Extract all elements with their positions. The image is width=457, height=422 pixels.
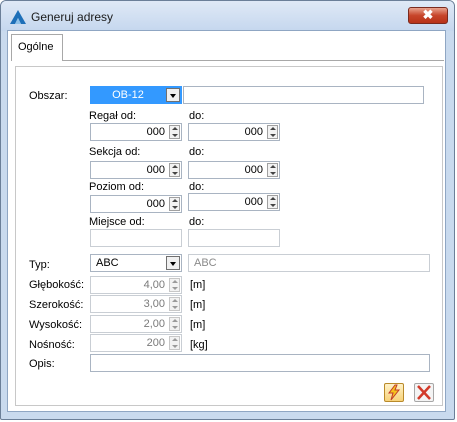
sekcja-to-label: do: [189,146,205,158]
app-logo-icon [10,10,26,24]
close-icon: ✖ [422,7,434,22]
spinner-icon[interactable] [169,125,180,139]
spinner-icon [169,297,180,311]
glebokosc-label: Głębokość: [29,279,85,291]
spinner-icon [169,278,180,292]
regal-from-input[interactable]: 000 [90,123,182,141]
typ-description-field: ABC [188,254,430,272]
spinner-icon[interactable] [267,163,278,177]
spinner-icon[interactable] [267,195,278,209]
window-close-button[interactable]: ✖ [408,7,448,24]
opis-field[interactable] [90,354,430,372]
typ-select[interactable]: ABC [90,254,182,272]
cancel-button[interactable] [414,383,434,402]
sekcja-to-input[interactable]: 000 [188,161,280,179]
szerokosc-unit: [m] [190,299,206,311]
nosnosc-label: Nośność: [29,339,75,351]
tab-divider [63,60,444,61]
poziom-to-input[interactable]: 000 [188,193,280,211]
sekcja-from-input[interactable]: 000 [90,161,182,179]
miejsce-to-input [188,229,280,247]
glebokosc-input: 4,00 [90,276,182,294]
szerokosc-label: Szerokość: [29,299,84,311]
poziom-to-label: do: [189,181,205,193]
regal-to-input[interactable]: 000 [188,123,280,141]
close-x-icon [417,385,431,400]
regal-to-label: do: [189,110,205,122]
wysokosc-label: Wysokość: [29,319,83,331]
szerokosc-input: 3,00 [90,295,182,313]
wysokosc-unit: [m] [190,319,206,331]
spinner-icon [169,336,180,350]
spinner-icon[interactable] [267,125,278,139]
wysokosc-input: 2,00 [90,315,182,333]
generate-button[interactable] [384,383,404,402]
tab-ogolne[interactable]: Ogólne [11,34,63,61]
tab-label: Ogólne [18,41,54,53]
glebokosc-unit: [m] [190,279,206,291]
typ-value: ABC [96,257,119,269]
opis-label: Opis: [29,358,55,370]
obszar-label: Obszar: [29,90,68,102]
nosnosc-unit: [kg] [190,339,208,351]
sekcja-from-label: Sekcja od: [89,146,141,158]
regal-from-label: Regał od: [89,110,137,122]
miejsce-to-label: do: [189,216,205,228]
nosnosc-input: 200 [90,334,182,352]
miejsce-from-label: Miejsce od: [89,216,145,228]
lightning-icon [388,384,401,401]
obszar-value: OB-12 [112,89,144,101]
title-bar[interactable]: Generuj adresy ✖ [1,1,454,31]
obszar-select[interactable]: OB-12 [90,86,182,104]
poziom-from-label: Poziom od: [89,181,145,193]
chevron-down-icon[interactable] [166,256,180,270]
obszar-text-field[interactable] [183,86,424,104]
miejsce-from-input [90,229,182,247]
poziom-from-input[interactable]: 000 [90,195,182,213]
spinner-icon [169,317,180,331]
spinner-icon[interactable] [169,197,180,211]
chevron-down-icon[interactable] [166,88,180,102]
typ-label: Typ: [29,259,50,271]
spinner-icon[interactable] [169,163,180,177]
window-title: Generuj adresy [31,10,114,24]
